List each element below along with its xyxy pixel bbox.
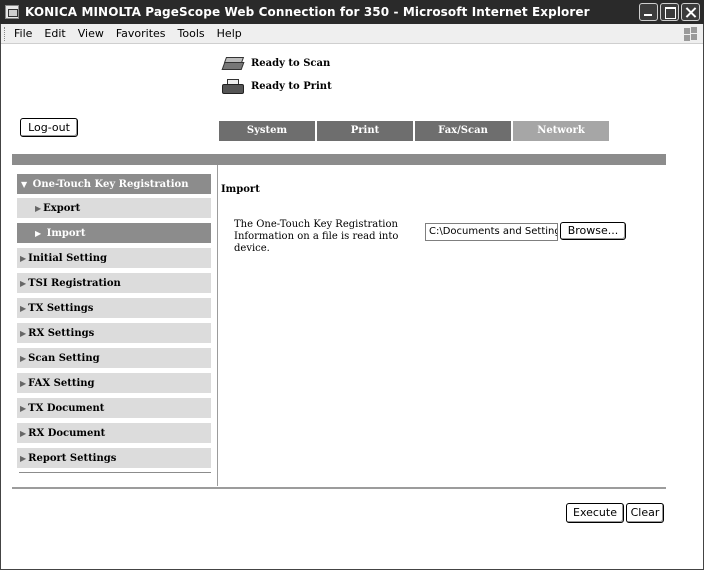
sidebar-item-label: RX Document	[28, 428, 106, 439]
triangle-right-icon: ▶	[20, 328, 27, 338]
sidebar-item-tx-settings[interactable]: ▶ TX Settings	[17, 298, 211, 318]
import-description: The One-Touch Key Registration Informati…	[234, 219, 399, 254]
sidebar-item-rx-document[interactable]: ▶ RX Document	[17, 423, 211, 443]
maximize-icon[interactable]	[660, 3, 679, 21]
footer-divider	[12, 487, 666, 489]
window-title-bar: KONICA MINOLTA PageScope Web Connection …	[0, 0, 704, 24]
scanner-icon	[221, 55, 245, 73]
sidebar-item-label: RX Settings	[28, 328, 95, 339]
execute-button[interactable]: Execute	[566, 503, 624, 523]
sidebar-item-label: Initial Setting	[28, 253, 107, 264]
content-divider	[217, 165, 218, 486]
print-status-text: Ready to Print	[251, 81, 332, 92]
file-path-input[interactable]: C:\Documents and Settings	[425, 223, 558, 241]
triangle-right-icon: ▶	[20, 403, 27, 413]
printer-icon	[221, 78, 245, 96]
toolbar-grip	[4, 26, 6, 41]
triangle-right-icon: ▶	[20, 303, 27, 313]
triangle-right-icon: ▶	[20, 378, 27, 388]
menu-edit[interactable]: Edit	[44, 27, 65, 40]
ie-icon	[5, 5, 19, 19]
sidebar-item-report-settings[interactable]: ▶ Report Settings	[17, 448, 211, 468]
triangle-right-icon: ▶	[20, 453, 27, 463]
menu-help[interactable]: Help	[217, 27, 242, 40]
sidebar-item-import[interactable]: ▶ Import	[17, 223, 211, 243]
menu-bar: File Edit View Favorites Tools Help	[0, 24, 704, 44]
sidebar-divider	[19, 472, 211, 473]
window-border	[0, 24, 1, 570]
sidebar: ▼ One-Touch Key Registration ▶ Export ▶ I…	[17, 174, 211, 473]
menu-view[interactable]: View	[78, 27, 104, 40]
sidebar-item-label: TX Document	[28, 403, 105, 414]
menu-tools[interactable]: Tools	[178, 27, 205, 40]
header-divider	[12, 154, 666, 165]
logout-button[interactable]: Log-out	[20, 118, 78, 137]
triangle-right-icon: ▶	[35, 203, 42, 213]
sidebar-item-label: Import	[46, 228, 86, 239]
triangle-right-icon: ▶	[35, 228, 42, 238]
sidebar-item-label: TX Settings	[28, 303, 94, 314]
sidebar-item-label: FAX Setting	[28, 378, 95, 389]
sidebar-item-label: Scan Setting	[28, 353, 100, 364]
triangle-right-icon: ▶	[20, 253, 27, 263]
sidebar-item-tsi-registration[interactable]: ▶ TSI Registration	[17, 273, 211, 293]
close-icon[interactable]	[681, 3, 700, 21]
menu-file[interactable]: File	[14, 27, 32, 40]
windows-logo-icon	[682, 26, 698, 42]
expanded-triangle-icon: ▼	[21, 179, 28, 189]
triangle-right-icon: ▶	[20, 428, 27, 438]
sidebar-item-export[interactable]: ▶ Export	[17, 198, 211, 218]
sidebar-item-fax-setting[interactable]: ▶ FAX Setting	[17, 373, 211, 393]
sidebar-item-one-touch-key-registration[interactable]: ▼ One-Touch Key Registration	[17, 174, 211, 194]
browse-button[interactable]: Browse...	[560, 222, 626, 240]
sidebar-item-initial-setting[interactable]: ▶ Initial Setting	[17, 248, 211, 268]
window-title: KONICA MINOLTA PageScope Web Connection …	[25, 5, 590, 19]
window-controls	[639, 3, 700, 21]
scan-status-text: Ready to Scan	[251, 58, 331, 69]
tab-print[interactable]: Print	[317, 121, 413, 141]
sidebar-item-label: Export	[43, 203, 81, 214]
sidebar-item-scan-setting[interactable]: ▶ Scan Setting	[17, 348, 211, 368]
sidebar-item-label: One-Touch Key Registration	[32, 179, 189, 190]
clear-button[interactable]: Clear	[626, 503, 664, 523]
sidebar-item-rx-settings[interactable]: ▶ RX Settings	[17, 323, 211, 343]
sidebar-item-label: Report Settings	[28, 453, 117, 464]
print-status: Ready to Print	[221, 75, 332, 98]
sidebar-item-label: TSI Registration	[28, 278, 121, 289]
tab-system[interactable]: System	[219, 121, 315, 141]
tab-fax-scan[interactable]: Fax/Scan	[415, 121, 511, 141]
sidebar-item-tx-document[interactable]: ▶ TX Document	[17, 398, 211, 418]
tab-network[interactable]: Network	[513, 121, 609, 141]
page-title: Import	[221, 184, 260, 195]
menu-favorites[interactable]: Favorites	[116, 27, 166, 40]
main-tabs: System Print Fax/Scan Network	[219, 121, 609, 141]
triangle-right-icon: ▶	[20, 353, 27, 363]
scan-status: Ready to Scan	[221, 52, 332, 75]
triangle-right-icon: ▶	[20, 278, 27, 288]
minimize-icon[interactable]	[639, 3, 658, 21]
device-status: Ready to Scan Ready to Print	[221, 52, 332, 98]
